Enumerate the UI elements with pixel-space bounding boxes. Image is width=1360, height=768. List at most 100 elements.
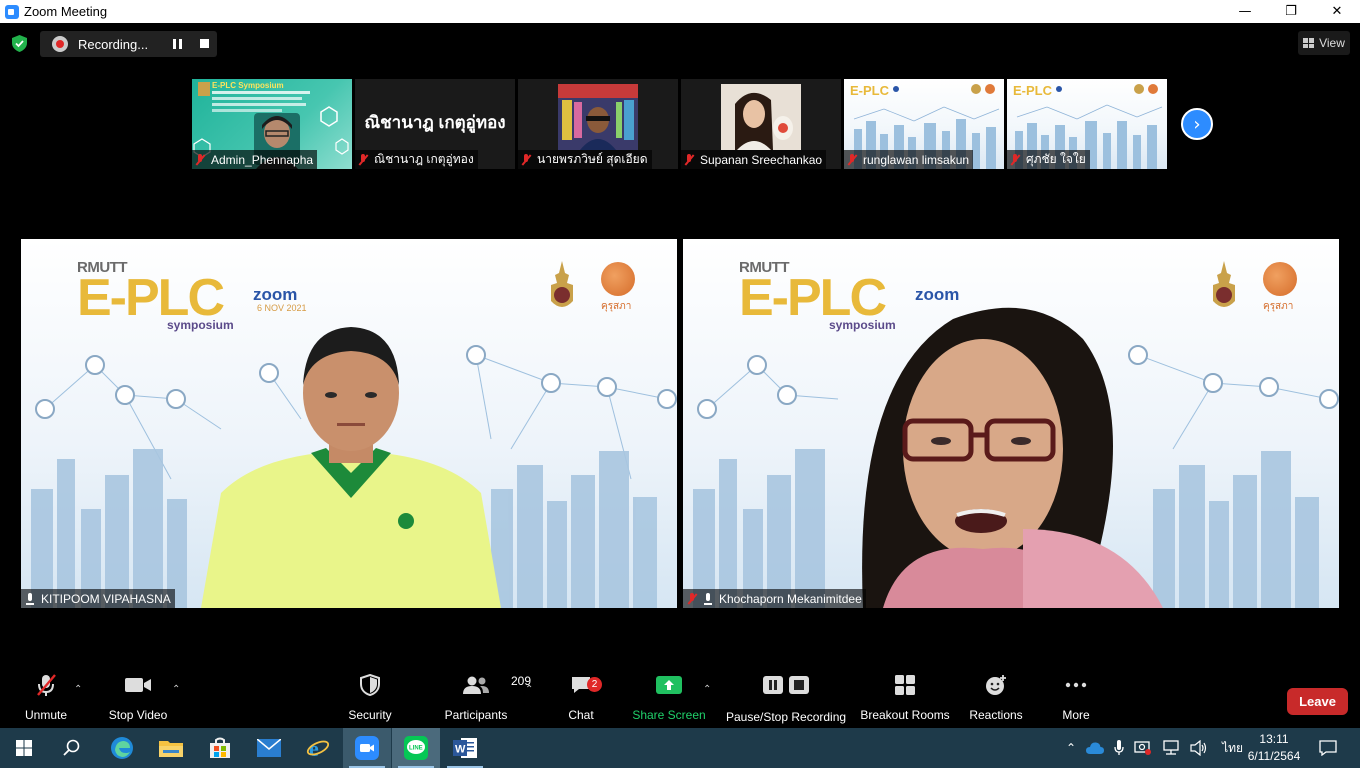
kurusapa-emblem-icon <box>601 262 635 296</box>
thumbnail-name: runglawan limsakun <box>863 152 970 167</box>
thumbnail-name-tag: Supanan Sreechankao <box>681 150 827 169</box>
participant-thumbnail[interactable]: E-PLC runglawan limsakun <box>844 79 1004 169</box>
mic-muted-icon <box>684 153 694 166</box>
onedrive-cloud-icon[interactable] <box>1086 742 1105 754</box>
share-screen-icon <box>656 676 682 694</box>
taskbar-word-button[interactable]: W <box>441 728 489 768</box>
pause-icon <box>763 676 783 694</box>
minimize-button[interactable]: — <box>1222 0 1268 23</box>
taskbar-clock[interactable]: 13:11 6/11/2564 <box>1244 731 1304 765</box>
participant-thumbnail[interactable]: E-PLC Symposium Admin_Phennapha <box>192 79 352 169</box>
close-window-button[interactable]: ✕ <box>1314 0 1360 23</box>
zoom-app-icon <box>5 4 19 19</box>
audio-options-chevron-icon[interactable]: ⌃ <box>74 684 82 695</box>
chat-button[interactable]: 2 Chat <box>566 668 602 728</box>
unmute-button[interactable]: Unmute <box>21 668 71 728</box>
windows-taskbar: e LINE W ⌃ ไทย 13:11 6/11/2564 <box>0 728 1360 768</box>
security-shield-icon <box>360 674 380 696</box>
input-language-indicator[interactable]: ไทย <box>1222 739 1243 758</box>
taskbar-store-button[interactable] <box>196 728 244 768</box>
thumbnail-name-tag: ศุภชัย ใจใย <box>1007 150 1090 169</box>
store-bag-icon <box>210 737 230 758</box>
reactions-label: Reactions <box>969 708 1023 722</box>
maximize-button[interactable]: ❐ <box>1268 0 1314 23</box>
window-title: Zoom Meeting <box>24 4 108 19</box>
participant-thumbnail[interactable]: ณิชานาฎ เกตุอู่ทอง ณิชานาฎ เกตุอู่ทอง <box>355 79 515 169</box>
show-hidden-icons-chevron-icon[interactable]: ⌃ <box>1066 741 1076 755</box>
mic-active-icon <box>25 592 35 605</box>
mic-muted-icon <box>1010 153 1020 166</box>
action-center-button[interactable] <box>1306 728 1350 768</box>
windows-start-button[interactable] <box>0 728 48 768</box>
view-grid-icon <box>1303 38 1315 48</box>
camera-in-use-icon[interactable] <box>1134 740 1152 756</box>
share-screen-label: Share Screen <box>632 708 706 722</box>
speaker-video-tile[interactable]: RMUTT E-PLC symposium zoom คุรุสภา Khoch… <box>683 239 1339 608</box>
eplc-logo: RMUTT E-PLC symposium <box>77 259 234 332</box>
thumbnail-name-tag: นายพรภวิษย์ สุดเอียด <box>518 150 652 169</box>
participant-thumbnail[interactable]: Supanan Sreechankao <box>681 79 841 169</box>
mic-active-icon <box>703 592 713 605</box>
thumbnail-name: ณิชานาฎ เกตุอู่ทอง <box>374 152 474 166</box>
taskbar-mail-button[interactable] <box>245 728 293 768</box>
taskbar-edge-button[interactable] <box>98 728 146 768</box>
leave-button[interactable]: Leave <box>1287 688 1348 715</box>
reactions-button[interactable]: Reactions <box>968 668 1024 728</box>
word-app-icon: W <box>453 738 477 758</box>
speaker-name: KITIPOOM VIPAHASNA <box>41 591 171 606</box>
participants-icon <box>463 676 489 694</box>
speaker-name-tag: KITIPOOM VIPAHASNA <box>21 589 175 608</box>
security-shield-icon[interactable] <box>12 35 27 52</box>
window-controls: — ❐ ✕ <box>1222 0 1360 23</box>
taskbar-zoom-button[interactable] <box>343 728 391 768</box>
microphone-in-use-icon[interactable] <box>1114 740 1124 756</box>
thumbnail-name: Admin_Phennapha <box>211 152 314 167</box>
view-label: View <box>1319 36 1345 50</box>
mic-muted-icon <box>358 153 368 166</box>
pause-stop-recording-button[interactable]: Pause/Stop Recording <box>726 668 846 728</box>
speaker-video-tile[interactable]: RMUTT E-PLC symposium zoom 6 NOV 2021 คุ… <box>21 239 677 608</box>
participants-options-chevron-icon[interactable]: ⌃ <box>525 684 533 695</box>
share-options-chevron-icon[interactable]: ⌃ <box>703 684 711 695</box>
thumbnail-name: Supanan Sreechankao <box>700 152 823 167</box>
network-icon[interactable] <box>1162 740 1180 756</box>
internet-explorer-icon: e <box>306 736 330 760</box>
taskbar-internet-explorer-button[interactable]: e <box>294 728 342 768</box>
participant-thumbnail[interactable]: E-PLC ศุภชัย ใจใย <box>1007 79 1167 169</box>
mic-muted-icon <box>195 153 205 166</box>
zoom-app-icon <box>355 736 379 760</box>
pause-recording-icon[interactable] <box>173 39 183 49</box>
participant-video-feed <box>721 84 801 150</box>
participant-display-name: ณิชานาฎ เกตุอู่ทอง <box>364 113 506 132</box>
stop-icon <box>789 676 809 694</box>
stop-video-label: Stop Video <box>108 708 168 722</box>
more-dots-icon <box>1065 682 1087 688</box>
stop-video-button[interactable]: Stop Video <box>106 668 170 728</box>
unmute-label: Unmute <box>24 708 68 722</box>
next-page-arrow-icon[interactable]: › <box>1181 108 1213 140</box>
volume-icon[interactable] <box>1190 740 1208 756</box>
taskbar-file-explorer-button[interactable] <box>147 728 195 768</box>
participants-button[interactable]: 209 Participants <box>444 668 531 728</box>
more-button[interactable]: More <box>1058 668 1094 728</box>
thumbnail-name-tag: ณิชานาฎ เกตุอู่ทอง <box>355 150 478 169</box>
recording-indicator: Recording... <box>40 31 217 57</box>
windows-logo-icon <box>16 740 32 756</box>
breakout-rooms-label: Breakout Rooms <box>860 708 950 722</box>
security-button[interactable]: Security <box>344 668 396 728</box>
logo-zoom: zoom <box>253 285 298 304</box>
security-label: Security <box>348 708 392 722</box>
share-screen-button[interactable]: Share Screen <box>632 668 706 728</box>
participant-video-feed <box>558 84 638 150</box>
participant-thumbnail[interactable]: นายพรภวิษย์ สุดเอียด <box>518 79 678 169</box>
mic-muted-icon <box>521 153 531 166</box>
video-options-chevron-icon[interactable]: ⌃ <box>172 684 180 695</box>
breakout-rooms-button[interactable]: Breakout Rooms <box>860 668 950 728</box>
stop-recording-icon[interactable] <box>200 39 209 48</box>
view-button[interactable]: View <box>1298 31 1350 55</box>
logo-eplc: E-PLC <box>77 269 225 327</box>
taskbar-search-button[interactable] <box>48 728 96 768</box>
speaker-name: Khochaporn Mekanimitdee <box>719 591 862 606</box>
taskbar-line-button[interactable]: LINE <box>392 728 440 768</box>
speaker-video-feed <box>201 327 501 608</box>
